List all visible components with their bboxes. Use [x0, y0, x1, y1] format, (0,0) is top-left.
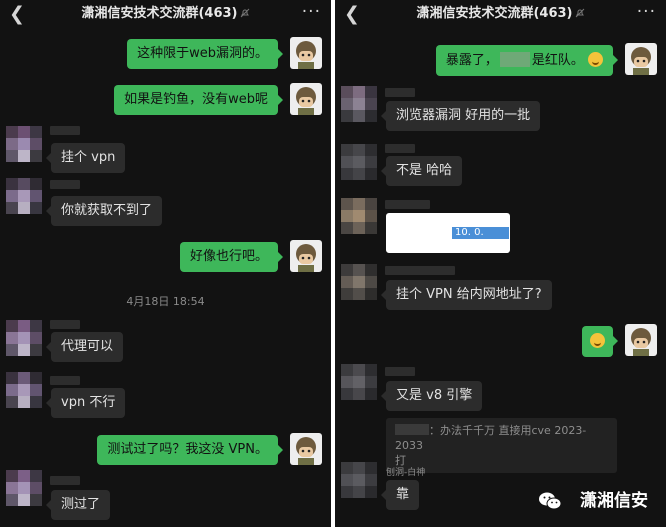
message-bubble[interactable]: 如果是钓鱼，没有web呢 [114, 85, 283, 115]
message-bubble[interactable]: 代理可以 [45, 332, 124, 362]
message-bubble[interactable] [582, 326, 618, 357]
image-message[interactable]: 10. 0. [386, 213, 510, 253]
message-bubble[interactable]: 你就获取不到了 [45, 196, 163, 226]
avatar[interactable] [6, 470, 42, 506]
my-avatar[interactable] [290, 83, 322, 115]
my-avatar[interactable] [290, 240, 322, 272]
avatar[interactable] [6, 320, 42, 356]
message-text-before: 暴露了， [445, 53, 498, 68]
sender-name-blurred [50, 320, 80, 329]
grin-emoji-icon [590, 333, 605, 348]
mute-bell-icon [240, 8, 249, 18]
chat-header: ❮ 潇湘信安技术交流群(463) ··· [335, 0, 666, 28]
watermark-text: 潇湘信安 [580, 491, 648, 511]
timestamp: 4月18日 18:54 [126, 295, 205, 308]
sender-name-blurred [385, 144, 415, 153]
chat-header: ❮ 潇湘信安技术交流群(463) ··· [0, 0, 331, 28]
avatar[interactable] [341, 144, 377, 180]
sender-name-blurred [385, 367, 415, 376]
chat-pane-left: ❮ 潇湘信安技术交流群(463) ··· 这种限于web漏洞的。 如果是钓鱼，没… [0, 0, 331, 527]
message-bubble[interactable]: 挂个 VPN 给内网地址了? [381, 280, 552, 310]
mute-bell-icon [575, 8, 584, 18]
grin-emoji-icon [588, 52, 603, 67]
message-bubble[interactable]: 测试过了吗？我这没 VPN。 [97, 435, 283, 465]
more-options-icon[interactable]: ··· [637, 3, 656, 21]
avatar[interactable] [6, 178, 42, 214]
message-bubble[interactable]: 不是 哈哈 [380, 156, 463, 186]
sender-name-blurred [385, 200, 430, 209]
my-avatar[interactable] [290, 37, 322, 69]
more-options-icon[interactable]: ··· [302, 3, 321, 21]
sender-name-blurred [50, 180, 80, 189]
message-bubble[interactable]: 测过了 [45, 490, 111, 520]
message-bubble[interactable]: 又是 v8 引擎 [380, 381, 483, 411]
sender-name: 刨洞-白神 [386, 468, 426, 478]
ip-address-selection: 10. 0. [452, 227, 509, 239]
my-avatar[interactable] [625, 324, 657, 356]
redacted-text [499, 52, 530, 67]
sender-name-blurred [50, 126, 80, 135]
sender-name-blurred [50, 476, 80, 485]
avatar[interactable] [6, 126, 42, 162]
chat-pane-right: ❮ 潇湘信安技术交流群(463) ··· 暴露了， 是红队。 浏览器漏洞 好用的一… [335, 0, 666, 527]
sender-name-blurred [385, 88, 415, 97]
avatar[interactable] [6, 372, 42, 408]
avatar[interactable] [341, 198, 377, 234]
message-bubble[interactable]: 好像也行吧。 [179, 242, 284, 272]
chat-title: 潇湘信安技术交流群(463) [416, 6, 573, 21]
message-bubble[interactable]: vpn 不行 [45, 388, 126, 418]
message-bubble[interactable]: 靠 [380, 480, 420, 510]
my-avatar[interactable] [625, 43, 657, 75]
message-bubble[interactable]: 这种限于web漏洞的。 [127, 39, 283, 69]
sender-name-blurred [385, 266, 455, 275]
avatar[interactable] [341, 364, 377, 400]
message-bubble[interactable]: 暴露了， 是红队。 [435, 45, 619, 76]
sender-name-blurred [50, 376, 80, 385]
wechat-logo-icon [539, 492, 562, 510]
chat-title: 潇湘信安技术交流群(463) [81, 6, 238, 21]
redacted-text [395, 424, 429, 435]
message-bubble[interactable]: 浏览器漏洞 好用的一批 [380, 101, 541, 131]
my-avatar[interactable] [290, 433, 322, 465]
message-bubble[interactable]: 挂个 vpn [45, 143, 126, 173]
message-text-after: 是红队。 [531, 53, 584, 68]
avatar[interactable] [341, 462, 377, 498]
avatar[interactable] [341, 264, 377, 300]
avatar[interactable] [341, 86, 377, 122]
